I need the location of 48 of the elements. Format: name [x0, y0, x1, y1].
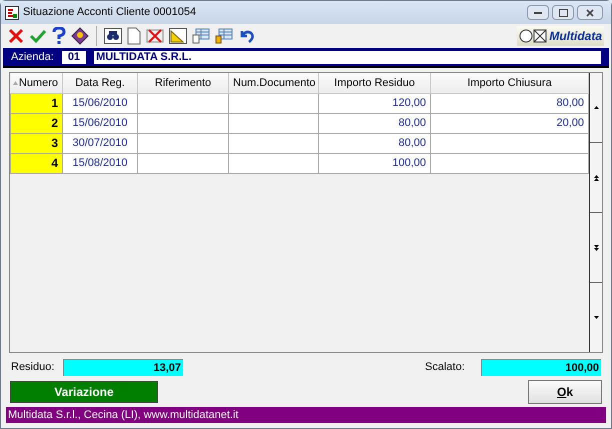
date-cell: 30/07/2010 [62, 133, 138, 153]
help-icon[interactable] [52, 27, 66, 45]
up-arrow-icon [594, 106, 598, 109]
residual-label: Residuo: [11, 360, 56, 375]
company-code-field: 01 [62, 50, 86, 64]
variazione-button[interactable]: Variazione [10, 381, 158, 403]
delete-document-icon[interactable] [146, 28, 164, 44]
status-bar: Multidata S.r.l., Cecina (LI), www.multidatanet.it [6, 407, 606, 423]
date-cell: 15/08/2010 [62, 153, 138, 173]
logo: Multidata [517, 26, 604, 46]
deducted-label: Scalato: [425, 360, 466, 375]
ruler-icon[interactable] [169, 28, 187, 44]
date-cell: 15/06/2010 [62, 113, 138, 133]
residual-amount-cell: 100,00 [318, 153, 430, 173]
cancel-icon[interactable] [8, 28, 24, 44]
check-icon[interactable] [29, 28, 47, 44]
number-cell: 2 [10, 113, 62, 133]
residual-amount-cell: 80,00 [318, 133, 430, 153]
closing-amount-cell: 80,00 [430, 93, 588, 113]
residual-amount-cell: 80,00 [318, 113, 430, 133]
window-title: Situazione Acconti Cliente 0001054 [23, 5, 196, 20]
document-icon[interactable] [127, 27, 141, 45]
double-up-arrow-icon [594, 174, 598, 180]
deducted-field: 100,00 [481, 358, 601, 376]
close-icon [586, 8, 594, 16]
ok-button[interactable]: Ok [528, 380, 602, 404]
double-down-arrow-icon [594, 244, 598, 250]
table-icon[interactable] [192, 28, 210, 44]
maximize-button[interactable] [552, 5, 574, 20]
closing-amount-cell: 20,00 [430, 113, 588, 133]
close-button[interactable] [577, 5, 603, 20]
residual-amount-cell: 120,00 [318, 93, 430, 113]
minimize-icon [534, 11, 542, 14]
number-cell: 4 [10, 153, 62, 173]
number-cell: 1 [10, 93, 62, 113]
sort-icon [12, 81, 18, 85]
date-cell: 15/06/2010 [62, 93, 138, 113]
app-icon [5, 6, 19, 20]
residual-field: 13,07 [63, 358, 183, 376]
minimize-button[interactable] [527, 5, 549, 20]
down-arrow-icon [594, 316, 598, 319]
undo-icon[interactable] [238, 28, 256, 44]
table-lock-icon[interactable] [215, 28, 233, 44]
company-name-field: MULTIDATA S.R.L. [94, 50, 601, 64]
binoculars-icon[interactable] [104, 28, 122, 44]
number-cell: 3 [10, 133, 62, 153]
maximize-icon [558, 8, 568, 16]
company-label: Azienda: [11, 50, 54, 65]
